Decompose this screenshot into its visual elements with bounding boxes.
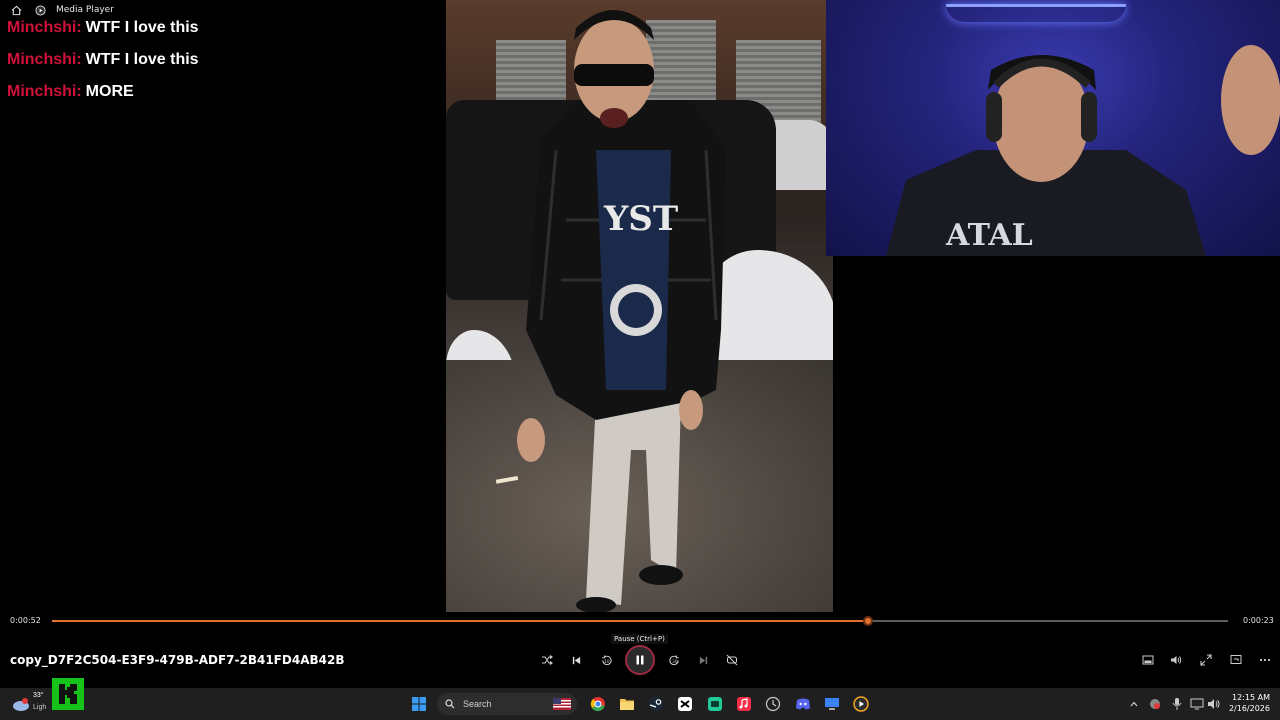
fullscreen-button[interactable] (1196, 650, 1216, 670)
chat-text: WTF I love this (85, 51, 199, 68)
skip-previous-icon (572, 656, 580, 664)
rewind-10-button[interactable]: 10 (596, 650, 616, 670)
repeat-off-icon (726, 654, 738, 666)
seek-bar-fill (52, 620, 869, 622)
home-icon[interactable] (6, 0, 26, 20)
shuffle-button[interactable] (537, 650, 557, 670)
forward-30-button[interactable]: 30 (664, 650, 684, 670)
search-icon (445, 699, 455, 709)
cast-button[interactable] (1226, 650, 1246, 670)
fullscreen-icon (1200, 654, 1212, 666)
miniplayer-button[interactable] (1138, 650, 1158, 670)
next-button[interactable] (693, 650, 713, 670)
video-person: YST (495, 10, 726, 612)
media-player-window: Media Player Minchshi: WTF I love this M… (0, 0, 1280, 720)
weather-condition: Ligh (33, 704, 47, 711)
taskbar-clock[interactable]: 12:15 AM 2/16/2026 (1228, 692, 1270, 714)
chat-username: Minchshi: (7, 51, 82, 68)
pause-tooltip: Pause (Ctrl+P) (611, 634, 668, 644)
windows-start-icon[interactable] (409, 694, 429, 714)
shuffle-icon (542, 655, 553, 665)
previous-button[interactable] (566, 650, 586, 670)
weather-temperature: 33° (33, 692, 44, 699)
more-icon (1259, 658, 1271, 662)
chevron-up-icon[interactable] (1124, 694, 1144, 714)
tray-app-icon[interactable] (1145, 694, 1165, 714)
window-title: Media Player (56, 5, 114, 15)
microphone-icon[interactable] (1167, 694, 1187, 714)
remaining-time: 0:00:23 (1243, 616, 1274, 625)
weather-icon[interactable] (10, 694, 32, 714)
miniplayer-icon (1142, 655, 1154, 665)
kick-logo-icon (52, 678, 84, 710)
chat-username: Minchshi: (7, 83, 82, 100)
svg-text:YST: YST (603, 199, 678, 239)
chat-overlay: Minchshi: WTF I love this Minchshi: WTF … (7, 12, 199, 108)
clock-time: 12:15 AM (1232, 693, 1270, 702)
media-player-app-icon (30, 0, 50, 20)
volume-icon (1171, 656, 1182, 664)
clock-date: 2/16/2026 (1228, 704, 1270, 713)
svg-text:10: 10 (604, 658, 610, 663)
music-icon[interactable] (734, 694, 754, 714)
elapsed-time: 0:00:52 (10, 616, 41, 625)
skip-next-icon (699, 656, 707, 664)
speaker-icon[interactable] (1204, 694, 1224, 714)
chat-username: Minchshi: (7, 19, 82, 36)
svg-text:30: 30 (672, 658, 678, 663)
chat-message: Minchshi: MORE (7, 76, 199, 108)
taskbar-search[interactable]: Search (437, 693, 577, 715)
cast-icon (1230, 655, 1242, 664)
capcut-icon[interactable] (675, 694, 695, 714)
webcam-overlay: ATAL (826, 0, 1280, 256)
pause-button[interactable] (625, 645, 655, 675)
flag-icon (553, 698, 571, 710)
media-player-taskbar-icon[interactable] (851, 694, 871, 714)
discord-icon[interactable] (793, 694, 813, 714)
svg-text:ATAL: ATAL (945, 218, 1033, 253)
more-options-button[interactable] (1255, 650, 1275, 670)
media-filename: copy_D7F2C504-E3F9-479B-ADF7-2B41FD4AB42… (10, 653, 345, 667)
file-explorer-icon[interactable] (617, 694, 637, 714)
taskbar (0, 688, 1280, 720)
chat-message: Minchshi: WTF I love this (7, 44, 199, 76)
obs-studio-icon[interactable] (705, 694, 725, 714)
chat-text: MORE (85, 83, 134, 100)
title-bar: Media Player (0, 0, 1280, 20)
streamer-figure: ATAL (886, 45, 1280, 256)
pause-icon (636, 655, 644, 665)
chrome-icon[interactable] (588, 694, 608, 714)
seek-bar-thumb[interactable] (863, 616, 874, 626)
chat-text: WTF I love this (85, 19, 199, 36)
search-label: Search (463, 699, 492, 709)
video-frame[interactable]: YST (446, 0, 833, 612)
remote-desktop-icon[interactable] (822, 694, 842, 714)
seek-bar[interactable] (52, 616, 1228, 626)
forward-30-icon: 30 (668, 654, 679, 665)
rewind-10-icon: 10 (601, 654, 612, 665)
volume-button[interactable] (1166, 650, 1186, 670)
repeat-off-button[interactable] (722, 650, 742, 670)
clock-app-icon[interactable] (763, 694, 783, 714)
steam-icon[interactable] (646, 694, 666, 714)
